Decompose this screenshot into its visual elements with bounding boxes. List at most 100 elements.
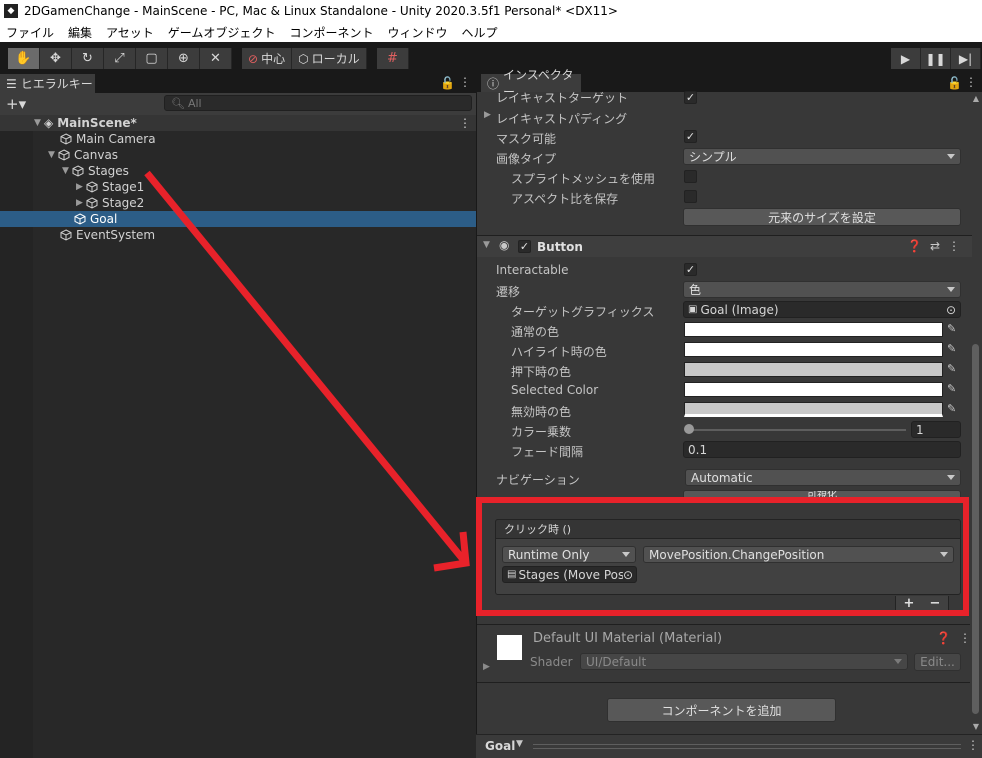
target-object-value: Stages (Move Pos <box>518 567 625 582</box>
image-type-dropdown[interactable]: シンプル <box>683 148 961 165</box>
scene-menu-icon[interactable]: ⋮ <box>459 116 471 130</box>
scroll-up-icon[interactable]: ▲ <box>973 94 979 103</box>
menu-gameobject[interactable]: ゲームオブジェクト <box>161 24 283 41</box>
pivot-center-button[interactable]: ⊘ 中心 <box>242 48 293 69</box>
presets-icon[interactable]: ⇄ <box>930 239 940 253</box>
raycast-target-checkbox[interactable]: ✓ <box>684 91 697 104</box>
foldout-arrow-icon[interactable]: ▶ <box>76 198 86 208</box>
highlighted-color-field[interactable] <box>684 342 943 357</box>
interactable-checkbox[interactable]: ✓ <box>684 263 697 276</box>
visualize-button[interactable]: 可視化 <box>683 490 961 502</box>
hierarchy-item-main-camera[interactable]: Main Camera <box>0 131 476 147</box>
menu-edit[interactable]: 編集 <box>61 24 99 41</box>
function-dropdown[interactable]: MovePosition.ChangePosition <box>643 546 954 563</box>
remove-listener-button[interactable]: − <box>930 596 941 611</box>
navigation-dropdown[interactable]: Automatic <box>685 469 961 486</box>
scroll-down-icon[interactable]: ▼ <box>973 722 979 731</box>
object-picker-icon[interactable]: ⊙ <box>622 568 633 582</box>
maskable-checkbox[interactable]: ✓ <box>684 130 697 143</box>
kebab-menu-icon[interactable]: ⋮ <box>459 75 471 89</box>
hierarchy-tab[interactable]: ☰ ヒエラルキー <box>0 74 95 93</box>
hierarchy-item-stage1[interactable]: ▶ Stage1 <box>0 179 476 195</box>
menu-help[interactable]: ヘルプ <box>454 24 504 41</box>
preserve-aspect-checkbox[interactable] <box>684 190 697 203</box>
pressed-color-field[interactable] <box>684 362 943 377</box>
rect-tool-button[interactable]: ▢ <box>136 48 168 69</box>
scale-tool-button[interactable]: ⤢ <box>104 48 136 69</box>
inspector-scrollbar-thumb[interactable] <box>972 344 979 714</box>
hierarchy-item-label: Stage1 <box>102 180 145 194</box>
hierarchy-item-stage2[interactable]: ▶ Stage2 <box>0 195 476 211</box>
lock-icon[interactable]: 🔓 <box>440 76 455 90</box>
raycast-padding-label[interactable]: レイキャストパディング <box>496 110 627 127</box>
eyedropper-icon[interactable]: ✎ <box>947 382 961 396</box>
help-icon[interactable]: ❓ <box>936 631 951 645</box>
kebab-menu-icon[interactable]: ⋮ <box>959 631 971 645</box>
kebab-menu-icon[interactable]: ⋮ <box>967 738 979 752</box>
foldout-arrow-icon[interactable]: ▶ <box>484 110 491 120</box>
foldout-arrow-icon[interactable]: ▼ <box>483 240 490 250</box>
rotate-tool-button[interactable]: ↻ <box>72 48 104 69</box>
eyedropper-icon[interactable]: ✎ <box>947 342 961 356</box>
kebab-menu-icon[interactable]: ⋮ <box>965 75 977 89</box>
transform-icon: ⊕ <box>178 51 189 66</box>
menu-file[interactable]: ファイル <box>0 24 61 41</box>
hierarchy-item-canvas[interactable]: ▼ Canvas <box>0 147 476 163</box>
foldout-arrow-icon[interactable]: ▶ <box>76 182 86 192</box>
transition-dropdown[interactable]: 色 <box>683 281 961 298</box>
transform-tool-button[interactable]: ⊕ <box>168 48 200 69</box>
hierarchy-item-goal[interactable]: Goal <box>0 211 476 227</box>
add-listener-button[interactable]: + <box>904 596 915 611</box>
help-icon[interactable]: ❓ <box>907 239 922 253</box>
lock-icon[interactable]: 🔓 <box>947 76 962 90</box>
menu-window[interactable]: ウィンドウ <box>380 24 454 41</box>
set-native-size-button[interactable]: 元来のサイズを設定 <box>683 208 961 226</box>
hierarchy-item-stages[interactable]: ▼ Stages <box>0 163 476 179</box>
create-dropdown-button[interactable]: +▾ <box>6 95 26 113</box>
disabled-color-field[interactable] <box>684 402 943 417</box>
hierarchy-item-label: Stages <box>88 164 129 178</box>
move-tool-button[interactable]: ✥ <box>40 48 72 69</box>
hand-tool-button[interactable]: ✋ <box>8 48 40 69</box>
foldout-arrow-icon[interactable]: ▼ <box>34 118 44 128</box>
hierarchy-item-label: Goal <box>90 212 118 226</box>
gameobject-cube-icon <box>86 197 98 209</box>
target-graphic-field[interactable]: ▣ Goal (Image) ⊙ <box>683 301 961 318</box>
footer-drag-handle[interactable] <box>533 744 961 749</box>
edit-shader-button[interactable]: Edit... <box>914 653 961 671</box>
pivot-local-button[interactable]: ⬡ ローカル <box>292 48 367 69</box>
chevron-down-icon[interactable]: ▼ <box>516 739 523 749</box>
menu-component[interactable]: コンポーネント <box>282 24 380 41</box>
kebab-menu-icon[interactable]: ⋮ <box>948 239 960 253</box>
runtime-mode-dropdown[interactable]: Runtime Only <box>502 546 636 563</box>
play-button[interactable]: ▶ <box>891 48 921 69</box>
color-multiplier-slider-track[interactable] <box>688 429 906 431</box>
color-multiplier-slider-handle[interactable] <box>684 424 694 434</box>
color-multiplier-field[interactable]: 1 <box>911 421 961 438</box>
selected-color-field[interactable] <box>684 382 943 397</box>
eyedropper-icon[interactable]: ✎ <box>947 362 961 376</box>
hierarchy-search-input[interactable]: 🔍︎ All <box>164 95 472 111</box>
footer-object-label[interactable]: Goal <box>485 739 515 753</box>
hierarchy-item-eventsystem[interactable]: EventSystem <box>0 227 476 243</box>
menu-assets[interactable]: アセット <box>99 24 161 41</box>
foldout-arrow-icon[interactable]: ▼ <box>62 166 72 176</box>
pause-button[interactable]: ❚❚ <box>921 48 951 69</box>
scene-row[interactable]: ▼ ◈ MainScene* ⋮ <box>0 115 476 131</box>
custom-tool-button[interactable]: ✕ <box>200 48 232 69</box>
button-enabled-checkbox[interactable]: ✓ <box>518 240 531 253</box>
eyedropper-icon[interactable]: ✎ <box>947 322 961 336</box>
target-object-field[interactable]: ▤ Stages (Move Pos ⊙ <box>502 566 637 583</box>
normal-color-field[interactable] <box>684 322 943 337</box>
use-sprite-mesh-checkbox[interactable] <box>684 170 697 183</box>
fade-duration-field[interactable]: 0.1 <box>683 441 961 458</box>
eyedropper-icon[interactable]: ✎ <box>947 402 961 416</box>
foldout-arrow-icon[interactable]: ▶ <box>483 662 490 672</box>
grid-snap-button[interactable]: # <box>377 48 409 69</box>
object-picker-icon[interactable]: ⊙ <box>946 303 956 317</box>
foldout-arrow-icon[interactable]: ▼ <box>48 150 58 160</box>
grid-snap-group: # <box>377 48 409 69</box>
shader-dropdown[interactable]: UI/Default <box>580 653 908 670</box>
step-button[interactable]: ▶| <box>951 48 981 69</box>
add-component-button[interactable]: コンポーネントを追加 <box>607 698 836 722</box>
